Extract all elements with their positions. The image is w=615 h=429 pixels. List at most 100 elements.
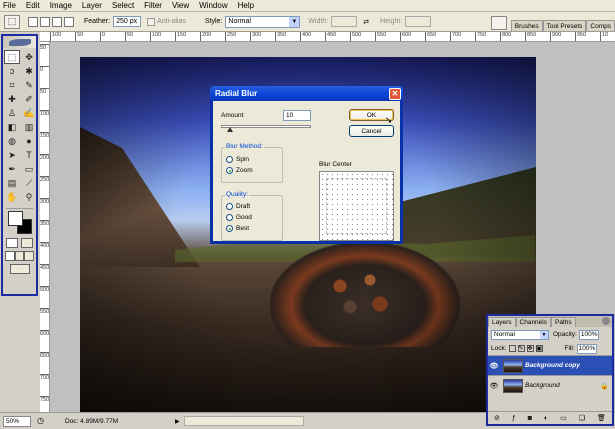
height-input[interactable] (405, 16, 432, 27)
status-menu-arrow-icon[interactable]: ▶ (175, 418, 180, 425)
hand-tool-icon[interactable]: ✋ (4, 190, 20, 204)
add-mask-icon[interactable]: ◙ (528, 415, 532, 422)
close-icon[interactable]: ✕ (389, 87, 401, 100)
palette-tab-comps[interactable]: Comps (586, 20, 615, 31)
swap-icon[interactable]: ⇄ (363, 18, 369, 26)
adjustment-layer-icon[interactable]: ◐ (544, 415, 548, 422)
move-tool-icon[interactable]: ✥ (21, 50, 37, 64)
quality-option-good[interactable]: Good (226, 212, 282, 223)
menu-item-help[interactable]: Help (238, 1, 254, 10)
eye-icon[interactable]: 👁 (488, 362, 500, 370)
width-input[interactable] (331, 16, 358, 27)
tab-paths[interactable]: Paths (550, 317, 576, 327)
horizontal-scrollbar[interactable] (183, 416, 304, 426)
menu-item-filter[interactable]: Filter (144, 1, 162, 10)
crop-tool-icon[interactable]: ⌗ (4, 78, 20, 92)
new-layer-icon[interactable]: ❏ (579, 414, 585, 422)
healing-brush-tool-icon[interactable]: ✚ (4, 92, 20, 106)
lock-transparency-icon[interactable] (508, 345, 516, 352)
blur-method-option-zoom[interactable]: Zoom (226, 165, 282, 176)
palette-tab-brushes[interactable]: Brushes (510, 20, 543, 31)
layer-style-icon[interactable]: ƒ (512, 415, 516, 422)
feather-input[interactable]: 250 px (113, 16, 142, 27)
new-group-icon[interactable]: ▭ (560, 414, 567, 422)
eyedropper-tool-icon[interactable]: ⟋ (21, 176, 37, 190)
lock-all-icon[interactable]: ▣ (535, 345, 543, 352)
eraser-tool-icon[interactable]: ◧ (4, 120, 20, 134)
tab-channels[interactable]: Channels (515, 317, 551, 327)
tab-layers[interactable]: Layers (488, 317, 516, 327)
layer-name: Background copy (525, 362, 580, 369)
ruler-tick: 100 (40, 110, 50, 117)
layer-row[interactable]: 👁 Background copy (488, 355, 612, 375)
style-select[interactable]: Normal ▼ (225, 15, 301, 28)
standard-screen-icon[interactable] (5, 251, 15, 261)
full-screen-menu-icon[interactable] (14, 251, 25, 261)
path-selection-tool-icon[interactable]: ➤ (4, 148, 20, 162)
antialias-checkbox[interactable] (147, 17, 156, 26)
amount-slider-thumb[interactable] (227, 127, 233, 132)
shape-tool-icon[interactable]: ▭ (21, 162, 37, 176)
menu-item-image[interactable]: Image (50, 1, 72, 10)
menu-item-view[interactable]: View (172, 1, 189, 10)
toolbox-header[interactable] (3, 36, 36, 48)
add-selection-icon[interactable] (40, 16, 50, 27)
pen-tool-icon[interactable]: ✒ (4, 162, 20, 176)
blur-tool-icon[interactable]: ◍ (4, 134, 20, 148)
menu-item-window[interactable]: Window (199, 1, 227, 10)
marquee-tool-icon[interactable]: ⬚ (4, 50, 20, 64)
blur-center-preview[interactable] (319, 171, 394, 241)
notes-tool-icon[interactable]: ▤ (4, 176, 20, 190)
palette-tab-tool-presets[interactable]: Tool Presets (542, 20, 587, 31)
menu-item-file[interactable]: File (3, 1, 16, 10)
radio-button[interactable] (226, 214, 233, 221)
menu-item-layer[interactable]: Layer (82, 1, 102, 10)
quality-option-draft[interactable]: Draft (226, 201, 282, 212)
menu-item-edit[interactable]: Edit (26, 1, 40, 10)
radio-button[interactable] (226, 167, 233, 174)
layer-row[interactable]: 👁 Background 🔒 (488, 375, 612, 395)
zoom-level-field[interactable]: 50% (3, 415, 31, 427)
blend-mode-select[interactable]: Normal ▼ (491, 329, 549, 340)
rect-marquee-preset-icon[interactable]: ⬚ (4, 14, 20, 29)
dialog-titlebar[interactable]: Radial Blur ✕ (210, 86, 403, 101)
lasso-tool-icon[interactable]: ↄ (4, 64, 20, 78)
subtract-selection-icon[interactable] (52, 16, 62, 27)
radio-button[interactable] (226, 156, 233, 163)
palette-menu-icon[interactable] (602, 317, 610, 325)
link-layers-icon[interactable]: ⊘ (494, 414, 500, 422)
slice-tool-icon[interactable]: ✎ (21, 78, 37, 92)
eye-icon[interactable]: 👁 (488, 382, 500, 390)
intersect-selection-icon[interactable] (64, 16, 74, 27)
amount-input[interactable]: 10 (283, 110, 311, 121)
radio-button[interactable] (226, 225, 233, 232)
radio-button[interactable] (226, 203, 233, 210)
quality-option-label: Best (236, 225, 250, 232)
opacity-input[interactable]: 100% (578, 329, 599, 340)
dodge-tool-icon[interactable]: ● (21, 134, 37, 148)
jump-to-imageready-icon[interactable] (9, 264, 30, 274)
standard-mode-icon[interactable] (6, 238, 19, 248)
history-brush-tool-icon[interactable]: ✍ (21, 106, 37, 120)
brush-tool-icon[interactable]: ✐ (21, 92, 37, 106)
ruler-tick: 200 (200, 32, 211, 41)
gradient-tool-icon[interactable]: ▥ (21, 120, 37, 134)
magic-wand-tool-icon[interactable]: ✱ (21, 64, 37, 78)
fill-input[interactable]: 100% (576, 343, 597, 354)
quality-option-best[interactable]: Best (226, 223, 282, 234)
menu-item-select[interactable]: Select (112, 1, 134, 10)
file-browser-icon[interactable] (490, 15, 507, 30)
amount-slider[interactable] (221, 125, 311, 128)
quick-mask-mode-icon[interactable] (20, 238, 33, 248)
new-selection-icon[interactable] (28, 16, 38, 27)
cancel-button[interactable]: Cancel (349, 125, 394, 137)
full-screen-icon[interactable] (24, 251, 35, 261)
lock-pixels-icon[interactable]: ✎ (517, 345, 525, 352)
zoom-tool-icon[interactable]: ⚲ (21, 190, 37, 204)
foreground-color-swatch[interactable] (8, 211, 23, 226)
type-tool-icon[interactable]: T (21, 148, 37, 162)
lock-position-icon[interactable]: ✥ (526, 345, 534, 352)
blur-method-option-spin[interactable]: Spin (226, 154, 282, 165)
delete-layer-icon[interactable]: 🗑 (597, 414, 606, 422)
clone-stamp-tool-icon[interactable]: ♙ (4, 106, 20, 120)
